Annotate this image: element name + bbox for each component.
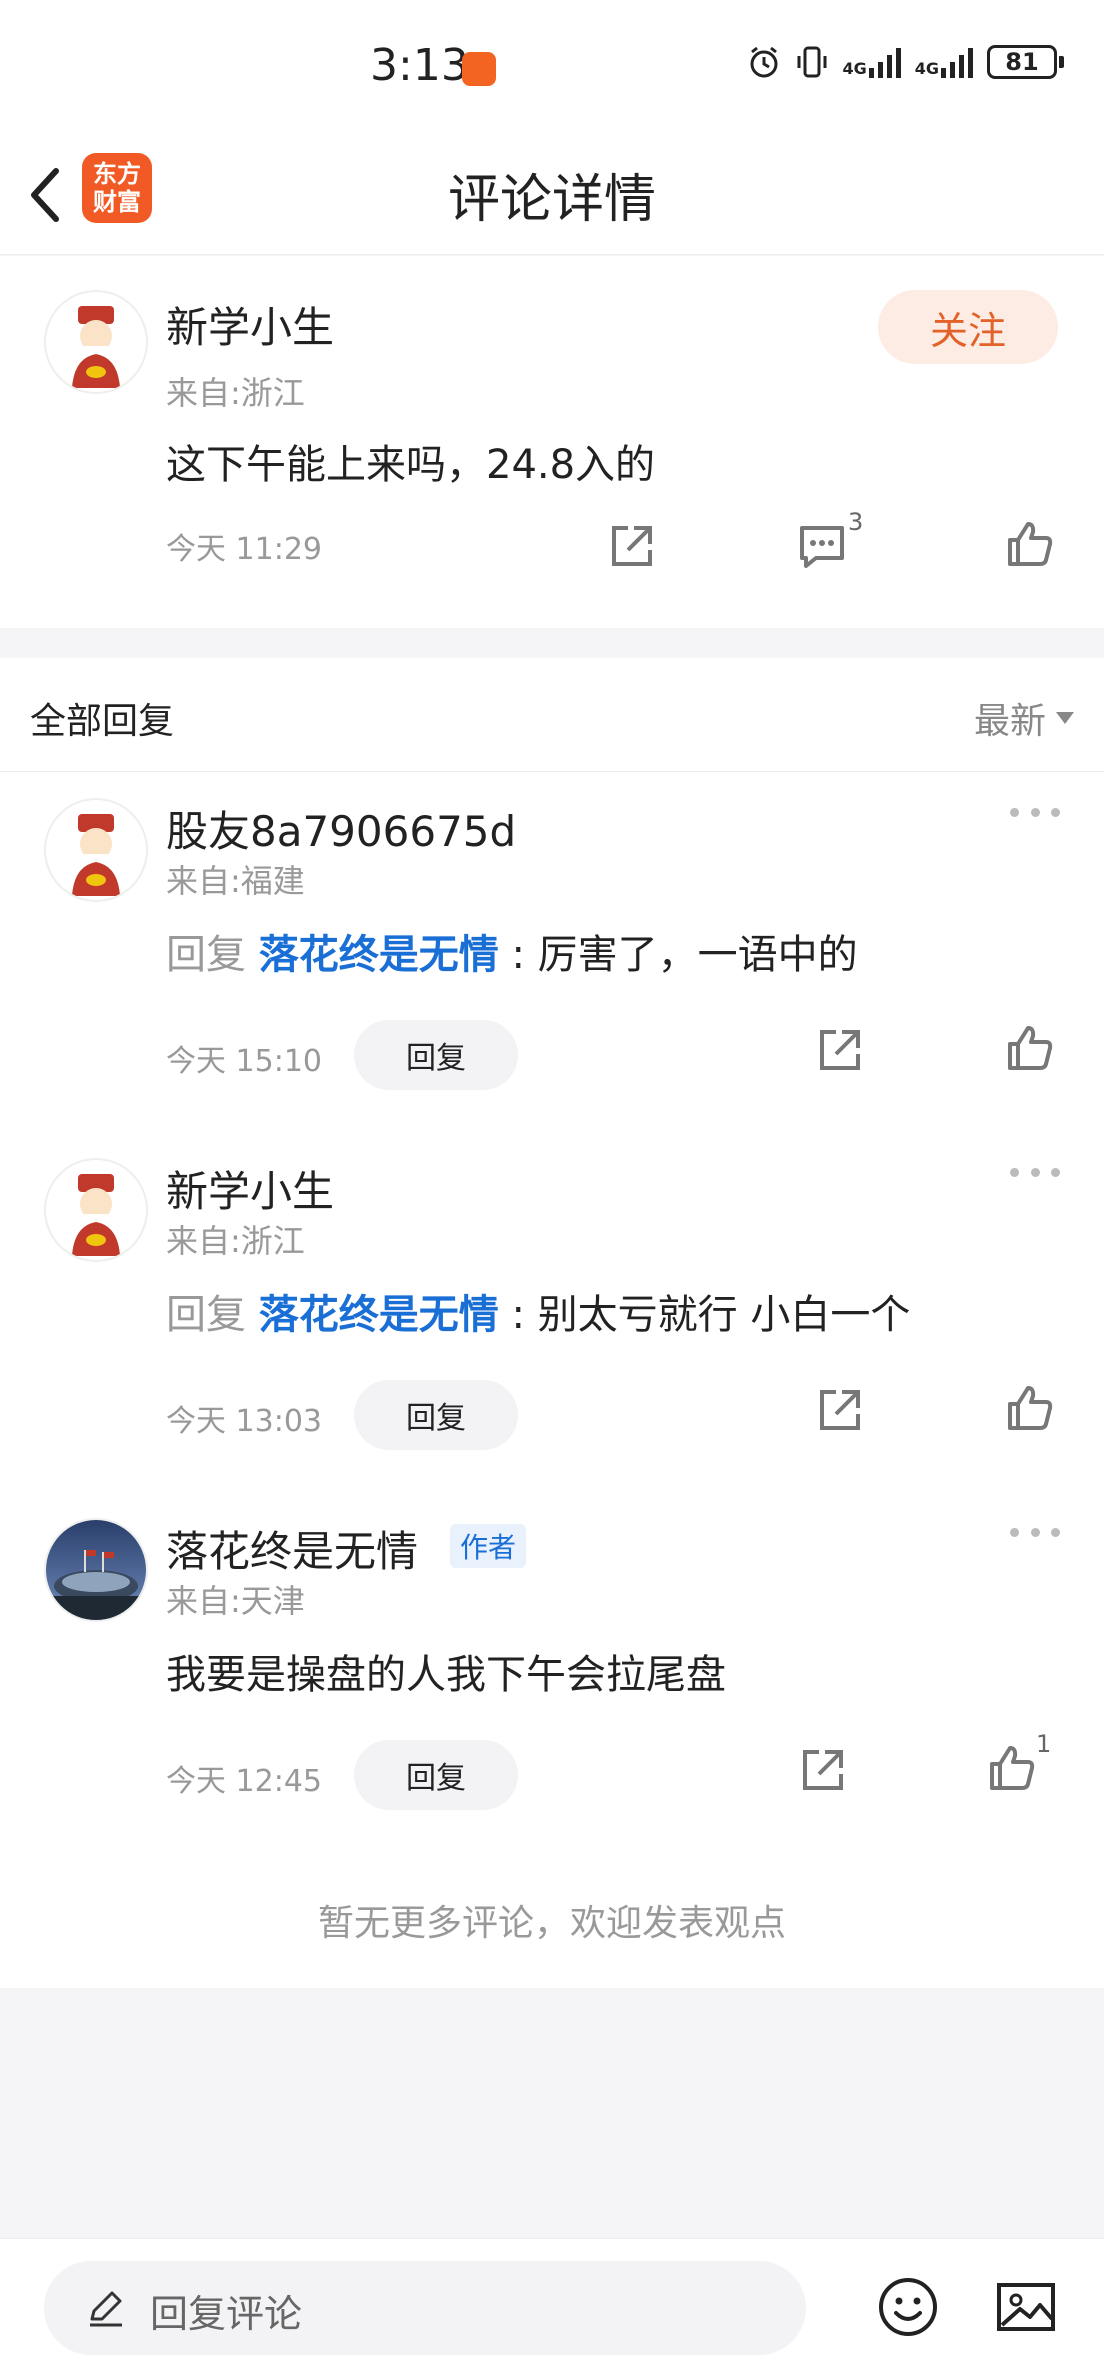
no-more-comments: 暂无更多评论，欢迎发表观点 [317, 1903, 786, 1944]
avatar[interactable] [44, 1158, 148, 1262]
reply-username[interactable]: 落花终是无情 [166, 1518, 418, 1579]
reply-item: 股友8a7906675d 来自:福建 回复 落花终是无情 : 厉害了，一语中的 … [0, 772, 1104, 1132]
reply-content: 回复 落花终是无情 : 厉害了，一语中的 [166, 922, 858, 980]
reply-prefix: 回复 [166, 1292, 246, 1338]
reply-location: 来自:天津 [166, 1582, 305, 1620]
reply-username[interactable]: 股友8a7906675d [166, 798, 516, 859]
reply-target-link[interactable]: 落花终是无情 [259, 1292, 499, 1338]
fortune-god-avatar-icon [72, 1174, 120, 1256]
reply-text: : 别太亏就行 小白一个 [511, 1292, 911, 1338]
emoji-icon[interactable] [876, 2275, 940, 2339]
share-icon[interactable] [812, 1382, 868, 1438]
avatar[interactable] [44, 1518, 148, 1622]
more-options-icon[interactable] [1010, 802, 1060, 822]
fortune-god-avatar-icon [72, 814, 120, 896]
status-time: 3:13 [370, 40, 469, 91]
fortune-god-avatar-icon [72, 306, 120, 388]
like-icon[interactable] [1002, 1380, 1058, 1436]
battery-indicator: 81 [987, 45, 1064, 79]
reply-content: 我要是操盘的人我下午会拉尾盘 [166, 1652, 726, 1698]
avatar[interactable] [44, 798, 148, 902]
share-icon[interactable] [604, 518, 660, 574]
reply-item: 落花终是无情 作者 来自:天津 我要是操盘的人我下午会拉尾盘 今天 12:45 … [0, 1492, 1104, 1852]
page-title: 评论详情 [447, 170, 656, 230]
reply-target-link[interactable]: 落花终是无情 [259, 932, 499, 978]
reply-prefix: 回复 [166, 932, 246, 978]
reply-location: 来自:浙江 [166, 1222, 305, 1260]
comment-icon[interactable] [794, 518, 850, 574]
alarm-icon [750, 46, 778, 78]
battery-level: 81 [987, 45, 1057, 79]
status-icons: 4G 4G 81 [746, 44, 1064, 80]
more-options-icon[interactable] [1010, 1522, 1060, 1542]
reply-text: : 厉害了，一语中的 [511, 932, 858, 978]
comment-username[interactable]: 新学小生 [166, 294, 334, 355]
follow-button[interactable]: 关注 [878, 290, 1058, 364]
comment-count: 3 [848, 508, 864, 536]
bottom-bar: 回复评论 [0, 2238, 1104, 2376]
notification-app-icon [462, 52, 496, 86]
reply-content: 回复 落花终是无情 : 别太亏就行 小白一个 [166, 1282, 910, 1340]
dropdown-triangle-icon [1056, 712, 1074, 724]
all-replies-label: 全部回复 [30, 701, 175, 742]
reply-timestamp: 今天 12:45 [166, 1764, 322, 1799]
share-icon[interactable] [812, 1022, 868, 1078]
battery-tip [1059, 56, 1064, 68]
reply-timestamp: 今天 15:10 [166, 1044, 322, 1079]
like-count: 1 [1036, 1730, 1052, 1758]
like-icon[interactable] [1002, 1020, 1058, 1076]
replies-header: 全部回复 最新 [0, 658, 1104, 772]
reply-button[interactable]: 回复 [354, 1740, 518, 1810]
comment-location: 来自:浙江 [166, 374, 305, 412]
like-icon[interactable] [984, 1740, 1040, 1796]
signal-1: 4G [842, 46, 902, 78]
reply-timestamp: 今天 13:03 [166, 1404, 322, 1439]
vibrate-icon [797, 46, 827, 78]
sort-dropdown[interactable]: 最新 [974, 692, 1074, 744]
reply-input-placeholder: 回复评论 [150, 2292, 303, 2336]
reply-button[interactable]: 回复 [354, 1380, 518, 1450]
like-icon[interactable] [1002, 516, 1058, 572]
pencil-icon [90, 2291, 122, 2327]
sort-label: 最新 [973, 701, 1046, 742]
top-nav-bar: 东方 财富 评论详情 [0, 135, 1104, 255]
status-bar: 3:13 4G 4G 81 [0, 0, 1104, 135]
comment-timestamp: 今天 11:29 [166, 532, 322, 567]
reply-comment-input[interactable]: 回复评论 [44, 2261, 806, 2355]
signal-bars-icon [941, 48, 973, 78]
reply-location: 来自:福建 [166, 862, 305, 900]
signal-2: 4G [915, 46, 975, 78]
author-badge: 作者 [450, 1524, 527, 1568]
signal-bars-icon [868, 48, 901, 78]
image-icon[interactable] [994, 2275, 1058, 2339]
replies-section: 全部回复 最新 股友8a7906675d 来自:福建 回复 落花终是无情 : 厉… [0, 658, 1104, 1988]
reply-button[interactable]: 回复 [354, 1020, 518, 1090]
avatar[interactable] [44, 290, 148, 394]
reply-item: 新学小生 来自:浙江 回复 落花终是无情 : 别太亏就行 小白一个 今天 13:… [0, 1132, 1104, 1492]
share-icon[interactable] [795, 1742, 851, 1798]
reply-username[interactable]: 新学小生 [166, 1158, 334, 1219]
comment-content: 这下午能上来吗，24.8入的 [166, 442, 656, 488]
more-options-icon[interactable] [1010, 1162, 1060, 1182]
main-comment: 新学小生 来自:浙江 关注 这下午能上来吗，24.8入的 今天 11:29 3 [0, 256, 1104, 628]
stadium-photo-avatar-icon [46, 1520, 146, 1620]
